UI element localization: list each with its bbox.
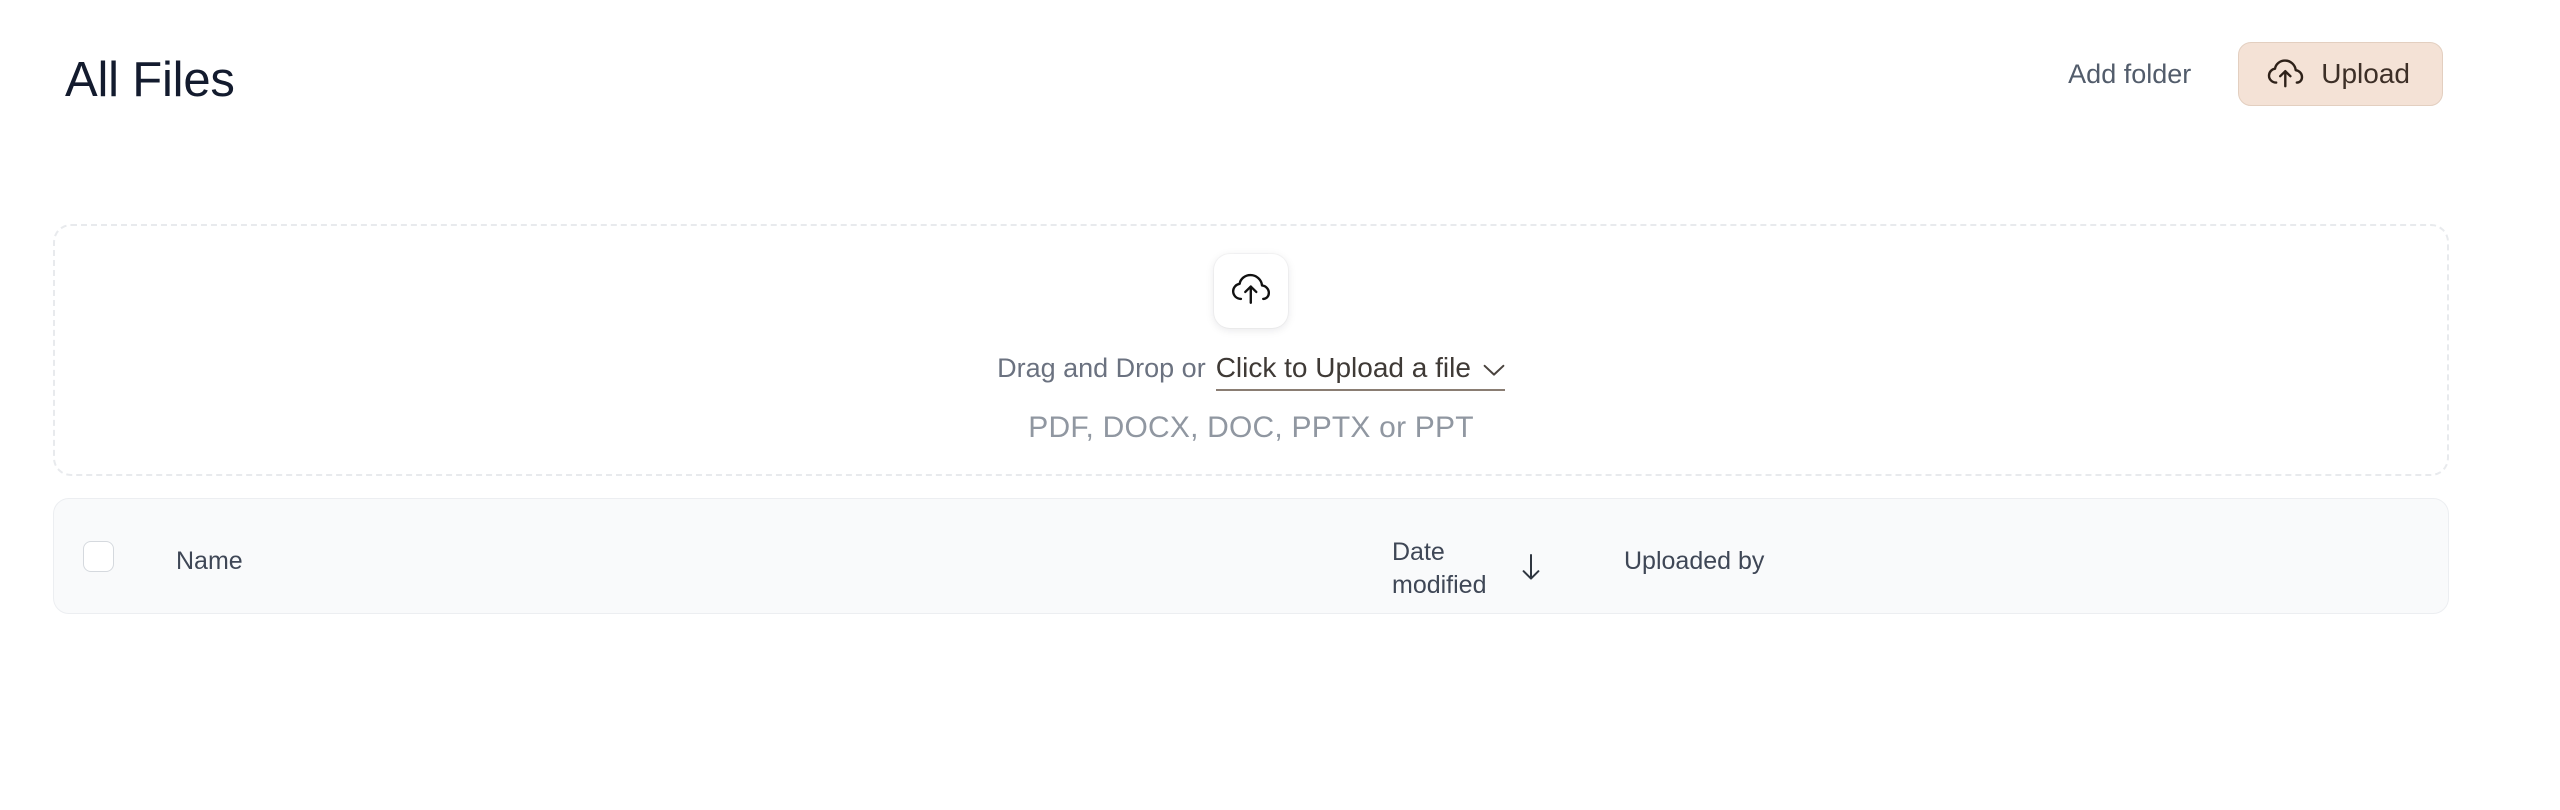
select-all-checkbox[interactable]: [83, 541, 114, 572]
column-header-date-modified-label: Date modified: [1392, 538, 1487, 600]
file-table: Name Date modified Uploaded by: [53, 498, 2449, 614]
cloud-upload-icon: [1231, 272, 1271, 310]
header-actions: Add folder Upload: [2068, 42, 2443, 106]
arrow-down-icon[interactable]: [1519, 552, 1543, 587]
page-title: All Files: [65, 53, 235, 107]
dropzone-prefix-text: Drag and Drop or: [997, 353, 1206, 383]
upload-button[interactable]: Upload: [2238, 42, 2443, 106]
file-table-header-row: Name Date modified Uploaded by: [54, 499, 2448, 613]
click-to-upload-link[interactable]: Click to Upload a file: [1215, 352, 1505, 391]
page-header: All Files Add folder Upload: [0, 0, 2560, 160]
dropzone-icon-card: [1214, 254, 1288, 328]
all-files-page: All Files Add folder Upload Drag and Dro…: [0, 0, 2560, 810]
dropzone-primary-line: Drag and Drop or Click to Upload a file: [997, 354, 1505, 391]
chevron-down-icon: [1483, 354, 1505, 382]
column-header-name[interactable]: Name: [176, 549, 243, 574]
dropzone-content: Drag and Drop or Click to Upload a file …: [55, 226, 2447, 474]
add-folder-button[interactable]: Add folder: [2068, 60, 2191, 88]
file-dropzone[interactable]: Drag and Drop or Click to Upload a file …: [53, 224, 2449, 476]
column-header-uploaded-by[interactable]: Uploaded by: [1624, 549, 1764, 574]
upload-button-label: Upload: [2321, 58, 2410, 89]
dropzone-allowed-formats: PDF, DOCX, DOC, PPTX or PPT: [1028, 411, 1474, 444]
cloud-upload-icon: [2267, 58, 2304, 91]
click-to-upload-label: Click to Upload a file: [1215, 352, 1471, 383]
column-header-date-modified[interactable]: Date modified: [1392, 536, 1543, 603]
